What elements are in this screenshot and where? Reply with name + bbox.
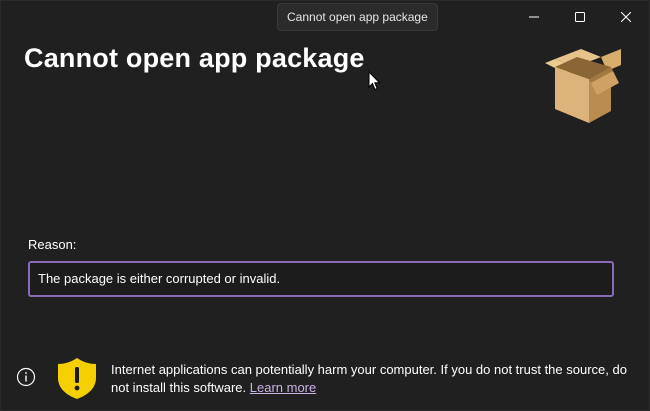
close-button[interactable] <box>603 1 649 33</box>
caption-buttons <box>511 1 649 33</box>
security-warning: Internet applications can potentially ha… <box>111 361 631 397</box>
close-icon <box>621 12 631 22</box>
info-icon[interactable] <box>16 367 36 387</box>
open-box-icon <box>545 49 621 123</box>
title-tooltip: Cannot open app package <box>277 3 438 31</box>
app-installer-window: Cannot open app package Cannot open app … <box>0 0 650 411</box>
maximize-button[interactable] <box>557 1 603 33</box>
page-title: Cannot open app package <box>24 43 365 73</box>
minimize-icon <box>529 16 539 18</box>
reason-field[interactable]: The package is either corrupted or inval… <box>28 261 614 297</box>
learn-more-link[interactable]: Learn more <box>250 380 316 395</box>
warning-text: Internet applications can potentially ha… <box>111 362 627 395</box>
maximize-icon <box>575 12 585 22</box>
reason-label: Reason: <box>28 237 77 252</box>
warning-shield-icon <box>58 358 96 399</box>
minimize-button[interactable] <box>511 1 557 33</box>
mouse-pointer-icon <box>368 71 381 91</box>
